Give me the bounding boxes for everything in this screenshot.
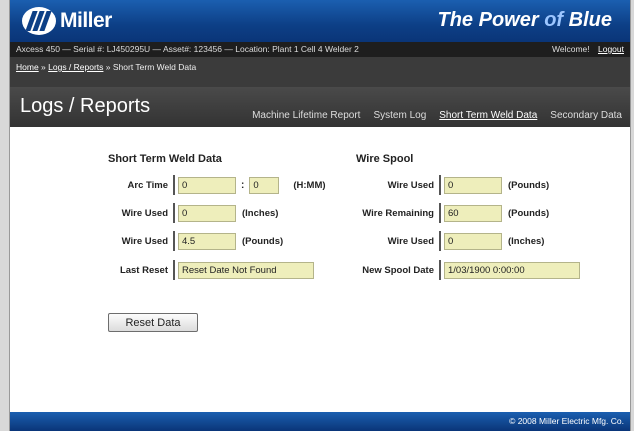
spool-wire-used-inches-row: Wire Used 0 (Inches) <box>356 231 544 251</box>
short-term-section-title: Short Term Weld Data <box>108 153 222 165</box>
wire-remaining-label: Wire Remaining <box>362 207 434 219</box>
wire-used-inches-row: Wire Used 0 (Inches) <box>108 203 278 223</box>
arc-time-hours-field[interactable]: 0 <box>178 176 236 194</box>
wire-used-inches-unit: (Inches) <box>242 207 279 219</box>
wire-used-pounds-label: Wire Used <box>121 235 168 247</box>
wire-remaining-row: Wire Remaining 60 (Pounds) <box>356 203 549 223</box>
logout-link[interactable]: Logout <box>598 44 624 54</box>
header-bar: Miller The Power of Blue <box>10 0 630 42</box>
slogan: The Power of Blue <box>437 9 613 31</box>
reset-data-button[interactable]: Reset Data <box>108 313 198 332</box>
new-spool-date-field[interactable]: 1/03/1900 0:00:00 <box>444 261 580 279</box>
wire-used-pounds-field[interactable]: 4.5 <box>178 232 236 250</box>
last-reset-field[interactable]: Reset Date Not Found <box>178 261 314 279</box>
wire-remaining-field[interactable]: 60 <box>444 204 502 222</box>
breadcrumb-home-link[interactable]: Home <box>16 62 39 72</box>
breadcrumb-current: Short Term Weld Data <box>112 62 197 72</box>
arc-time-minutes-field[interactable]: 0 <box>249 176 280 194</box>
machine-info-bar: Axcess 450 — Serial #: LJ450295U — Asset… <box>10 42 630 57</box>
wire-used-pounds-row: Wire Used 4.5 (Pounds) <box>108 231 283 251</box>
spool-wire-used-pounds-unit: (Pounds) <box>508 179 550 191</box>
app-frame: Miller The Power of Blue Axcess 450 — Se… <box>9 0 631 431</box>
arc-time-row: Arc Time 0 : 0 (H:MM) <box>108 175 326 195</box>
new-spool-date-row: New Spool Date 1/03/1900 0:00:00 <box>356 260 580 280</box>
miller-logo: Miller <box>22 7 112 35</box>
tab-short-term-weld-data[interactable]: Short Term Weld Data <box>439 110 537 121</box>
wire-used-inches-field[interactable]: 0 <box>178 204 236 222</box>
spool-wire-used-pounds-label: Wire Used <box>387 179 434 191</box>
spool-wire-used-inches-label: Wire Used <box>387 235 434 247</box>
machine-info-text: Axcess 450 — Serial #: LJ450295U — Asset… <box>16 44 359 54</box>
spool-wire-used-pounds-field[interactable]: 0 <box>444 176 502 194</box>
spool-wire-used-inches-field[interactable]: 0 <box>444 232 502 250</box>
welcome-text: Welcome! <box>551 44 590 54</box>
arc-time-unit: (H:MM) <box>293 179 326 191</box>
new-spool-date-label: New Spool Date <box>362 264 434 276</box>
tab-machine-lifetime-report[interactable]: Machine Lifetime Report <box>252 110 360 121</box>
footer: © 2008 Miller Electric Mfg. Co. <box>10 412 630 431</box>
breadcrumb-logs-link[interactable]: Logs / Reports <box>48 62 103 72</box>
tab-system-log[interactable]: System Log <box>373 110 426 121</box>
main-content: Short Term Weld Data Arc Time 0 : 0 (H:M… <box>10 127 630 412</box>
arc-time-colon: : <box>241 179 245 191</box>
title-bar: Logs / Reports Machine Lifetime Report S… <box>10 87 630 127</box>
spool-wire-used-pounds-row: Wire Used 0 (Pounds) <box>356 175 549 195</box>
spool-wire-used-inches-unit: (Inches) <box>508 235 545 247</box>
wire-used-inches-label: Wire Used <box>121 207 168 219</box>
wire-spool-section-title: Wire Spool <box>356 153 414 165</box>
tab-secondary-data[interactable]: Secondary Data <box>550 110 622 121</box>
page-title: Logs / Reports <box>20 95 151 117</box>
wire-used-pounds-unit: (Pounds) <box>242 235 284 247</box>
report-tabs: Machine Lifetime Report System Log Short… <box>239 110 622 121</box>
last-reset-row: Last Reset Reset Date Not Found <box>108 260 314 280</box>
miller-logo-icon <box>22 7 56 35</box>
wire-remaining-unit: (Pounds) <box>508 207 550 219</box>
last-reset-label: Last Reset <box>119 264 168 276</box>
arc-time-label: Arc Time <box>127 179 168 191</box>
breadcrumb: Home » Logs / Reports » Short Term Weld … <box>10 57 630 87</box>
brand-name: Miller <box>60 9 112 32</box>
